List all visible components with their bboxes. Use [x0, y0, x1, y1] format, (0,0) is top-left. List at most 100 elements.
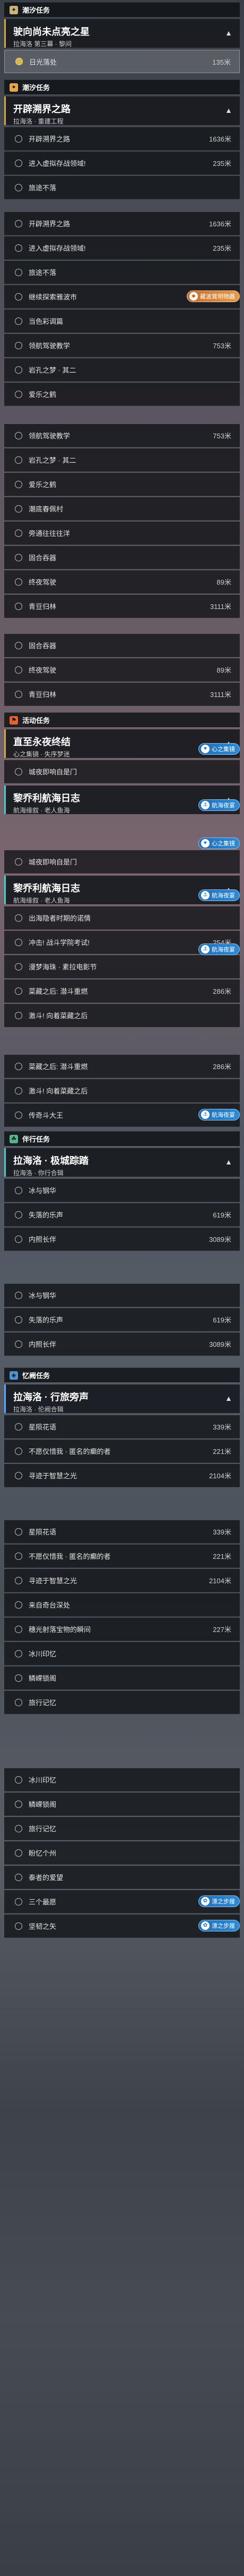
step-distance: 235米	[213, 160, 231, 167]
quest-step[interactable]: 旅途不落	[4, 176, 240, 199]
quest-step[interactable]: 失落的乐声 619米	[4, 1203, 240, 1227]
quest-step[interactable]: 内照长伴 3089米	[4, 1228, 240, 1251]
quest-step[interactable]: 旅行记忆	[4, 1817, 240, 1840]
quest-step[interactable]: 爱乐之鹤	[4, 473, 240, 496]
step-marker-icon	[15, 641, 22, 649]
quest-step[interactable]: 菜藏之后: 潜斗重燃 286米	[4, 980, 240, 1003]
quest-step[interactable]: 爱乐之鹤	[4, 383, 240, 406]
step-marker-icon	[15, 1111, 22, 1119]
quest-step[interactable]: 终夜驾驶 89米	[4, 658, 240, 682]
quest-step[interactable]: 漫梦海珠 · 素拉电影节	[4, 955, 240, 978]
quest-step[interactable]: 鳞嵘锁阁	[4, 1793, 240, 1816]
quest-step[interactable]: 冰川印忆	[4, 1642, 240, 1665]
quest-step[interactable]: 终夜驾驶 89米	[4, 570, 240, 594]
quest-step[interactable]: 盼忆个州	[4, 1841, 240, 1865]
step-label: 领航驾驶教学	[29, 432, 71, 440]
tag-label: 漂之步履	[212, 1899, 235, 1905]
companion-icon: ☘	[10, 1134, 18, 1143]
quest-step[interactable]: 日光落处 135米	[4, 50, 240, 73]
quest-step[interactable]: 穗光射落宝物的瞬间 227米	[4, 1618, 240, 1641]
event-tag[interactable]: ⚓ 航海夜宴	[198, 943, 240, 955]
quest-step[interactable]: 当色彩调篇	[4, 310, 240, 333]
step-distance: 3111米	[210, 603, 231, 611]
section-tide[interactable]: ✦ 潮汐任务	[4, 2, 240, 17]
quest-step[interactable]: 旅行记忆	[4, 1691, 240, 1714]
step-label: 进入虚拟存战领域!	[29, 244, 86, 252]
step-label: 岩孔之梦 · 其二	[29, 366, 76, 374]
quest-step[interactable]: 冰川印忆	[4, 1768, 240, 1792]
chevron-up-icon[interactable]: ▲	[225, 1394, 232, 1402]
section-memory[interactable]: ◈ 忆阙任务	[4, 1368, 240, 1383]
event-tag[interactable]: ⚓ 航海夜宴	[198, 889, 240, 901]
quest-step[interactable]: 开辟溯界之路 1636米	[4, 212, 240, 235]
quest-step[interactable]: 出海隐者时期的诺情	[4, 906, 240, 930]
event-tag[interactable]: ✿ 漂之步履	[198, 1920, 240, 1931]
quest-step[interactable]: 进入虚拟存战领域! 235米	[4, 152, 240, 175]
chevron-up-icon[interactable]: ▲	[225, 1158, 232, 1166]
step-label: 激斗! 向着菜藏之后	[29, 1087, 88, 1095]
quest-card[interactable]: 拉海洛 · 极城踪踏 拉海洛 · 你行合辑 ▲	[4, 1148, 240, 1177]
quest-step[interactable]: 不愿仅惜我 · 匿名的癫的者 221米	[4, 1440, 240, 1463]
quest-card[interactable]: 驶向尚未点亮之星 拉海洛 第三幕 · 黎间 ▲	[4, 19, 240, 48]
quest-step[interactable]: 青豆归林 3111米	[4, 595, 240, 618]
section-activity[interactable]: ⚑ 活动任务	[4, 712, 240, 728]
step-label: 岩孔之梦 · 其二	[29, 456, 76, 464]
quest-step[interactable]: 城夜即响自是门	[4, 850, 240, 874]
quest-step[interactable]: 鳞嵘锁阁	[4, 1666, 240, 1690]
quest-step[interactable]: 潮底春佩村	[4, 497, 240, 521]
quest-step[interactable]: 开辟溯界之路 1636米	[4, 127, 240, 151]
quest-step[interactable]: 激斗! 向着菜藏之后	[4, 1004, 240, 1027]
quest-step[interactable]: 寻迹于智慧之光 2104米	[4, 1569, 240, 1592]
quest-step[interactable]: 冰与钢华	[4, 1179, 240, 1202]
step-label: 终夜驾驶	[29, 666, 57, 674]
quest-step[interactable]: 领航驾驶教学 753米	[4, 424, 240, 447]
section-companion[interactable]: ☘ 伴行任务	[4, 1131, 240, 1146]
quest-step[interactable]: 旁通往往往洋	[4, 522, 240, 545]
event-tag[interactable]: ✿ 漂之步履	[198, 1895, 240, 1907]
quest-step[interactable]: 内照长伴 3089米	[4, 1333, 240, 1356]
quest-title: 驶向尚未点亮之星	[13, 27, 90, 37]
quest-step[interactable]: 岩孔之梦 · 其二	[4, 358, 240, 382]
quest-step[interactable]: 菜藏之后: 潜斗重燃 286米	[4, 1055, 240, 1078]
chevron-up-icon[interactable]: ▲	[225, 29, 232, 37]
quest-card[interactable]: 开辟溯界之路 拉海洛 · 重建工程 ▲	[4, 96, 240, 125]
tag-label: 航海夜宴	[212, 947, 235, 953]
step-label: 星陨花语	[29, 1423, 57, 1431]
quest-step[interactable]: 来自奇台深处	[4, 1593, 240, 1617]
quest-step[interactable]: 城夜即响自是门	[4, 760, 240, 783]
quest-step[interactable]: 寻迹于智慧之光 2104米	[4, 1464, 240, 1487]
event-tag[interactable]: ⚓ 航海夜宴	[198, 1109, 240, 1121]
quest-step[interactable]: 激斗! 向着菜藏之后	[4, 1079, 240, 1102]
event-tag[interactable]: ⚓ 航海夜宴	[198, 799, 240, 811]
step-label: 进入虚拟存战领域!	[29, 160, 86, 167]
event-tag[interactable]: ♥ 心之集镜	[198, 743, 240, 755]
event-tag[interactable]: ◆ 藏波茸明物器	[187, 290, 240, 302]
section-tide[interactable]: ✦ 潮汐任务	[4, 80, 240, 95]
quest-step[interactable]: 星陨花语 339米	[4, 1520, 240, 1543]
step-label: 激斗! 向着菜藏之后	[29, 1012, 88, 1020]
chevron-up-icon[interactable]: ▲	[225, 106, 232, 114]
step-marker-icon	[15, 1062, 22, 1070]
quest-step[interactable]: 失落的乐声 619米	[4, 1308, 240, 1331]
quest-step[interactable]: 泰者的爱望	[4, 1866, 240, 1889]
step-marker-icon	[15, 1447, 22, 1455]
step-label: 冰与钢华	[29, 1187, 57, 1195]
quest-step[interactable]: 固合吞器	[4, 546, 240, 569]
quest-title: 拉海洛 · 极城踪踏	[13, 1155, 89, 1166]
quest-step[interactable]: 旅途不落	[4, 261, 240, 284]
step-label: 鳞嵘锁阁	[29, 1801, 57, 1809]
quest-step[interactable]: 岩孔之梦 · 其二	[4, 448, 240, 472]
quest-step[interactable]: 进入虚拟存战领域! 235米	[4, 236, 240, 260]
star-icon: ✦	[10, 5, 18, 14]
quest-step[interactable]: 不愿仅惜我 · 匿名的癫的者 221米	[4, 1545, 240, 1568]
step-label: 菜藏之后: 潜斗重燃	[29, 1063, 88, 1071]
step-label: 鳞嵘锁阁	[29, 1674, 57, 1682]
quest-step[interactable]: 青豆归林 3111米	[4, 683, 240, 706]
event-tag[interactable]: ♥ 心之集镜	[198, 837, 240, 849]
quest-step[interactable]: 冰与钢华	[4, 1284, 240, 1307]
step-label: 城夜即响自是门	[29, 858, 77, 866]
quest-step[interactable]: 固合吞器	[4, 634, 240, 657]
quest-card[interactable]: 拉海洛 · 行旅旁声 拉海洛 · 伦阙合辑 ▲	[4, 1384, 240, 1413]
quest-step[interactable]: 领航驾驶教学 753米	[4, 334, 240, 357]
quest-step[interactable]: 星陨花语 339米	[4, 1415, 240, 1439]
